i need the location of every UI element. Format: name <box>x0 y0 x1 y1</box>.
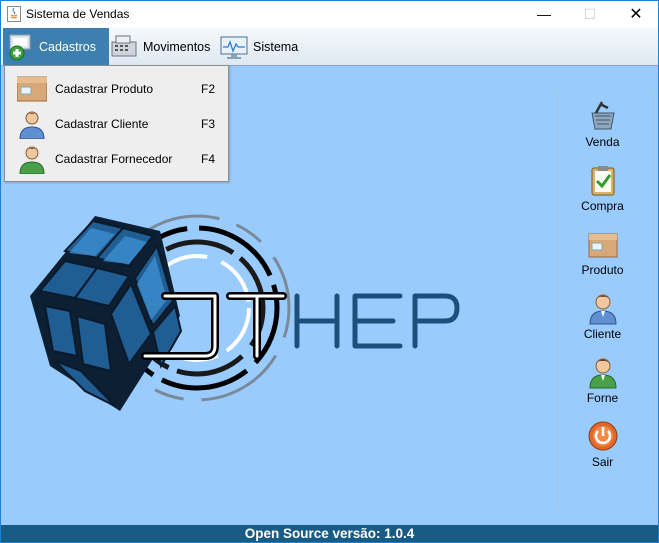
shortcut-panel: Venda Compra Produto Cliente Forne Sair <box>559 91 656 511</box>
power-icon <box>588 421 617 451</box>
sair-label: Sair <box>591 455 614 469</box>
menu-cadastros-label: Cadastros <box>39 39 96 54</box>
menu-item-cadastrar-produto[interactable]: Cadastrar Produto F2 <box>5 71 228 106</box>
jthep-logo <box>30 214 460 411</box>
minimize-button[interactable]: — <box>521 1 567 28</box>
sair-button[interactable]: Sair <box>560 419 645 479</box>
logo-wordmark <box>141 292 460 360</box>
title-bar: Sistema de Vendas — ☐ ✕ <box>1 1 658 28</box>
box-icon <box>17 76 47 102</box>
supplier-icon <box>19 146 45 174</box>
venda-button[interactable]: Venda <box>560 99 645 159</box>
menu-cadastros[interactable]: Cadastros <box>3 28 109 65</box>
close-button[interactable]: ✕ <box>613 1 658 28</box>
cadastrar-fornecedor-label: Cadastrar Fornecedor <box>55 152 173 166</box>
java-icon <box>7 6 21 22</box>
compra-label: Compra <box>581 199 624 213</box>
menu-item-cadastrar-fornecedor[interactable]: Cadastrar Fornecedor F4 <box>5 141 228 176</box>
status-bar: Open Source versão: 1.0.4 <box>1 525 658 542</box>
cliente-label: Cliente <box>583 327 622 341</box>
fornecedor-label: Forne <box>586 391 619 405</box>
main-window: Sistema de Vendas — ☐ ✕ Cadastros Movime… <box>0 0 659 543</box>
produto-button[interactable]: Produto <box>560 227 645 287</box>
venda-label: Venda <box>585 135 620 149</box>
produto-label: Produto <box>581 263 624 277</box>
menu-movimentos[interactable]: Movimentos <box>109 28 210 65</box>
add-icon <box>9 34 31 60</box>
cash-register-icon <box>111 35 137 56</box>
menu-movimentos-label: Movimentos <box>143 39 211 54</box>
window-title: Sistema de Vendas <box>26 7 130 21</box>
clipboard-check-icon <box>591 166 614 196</box>
compra-button[interactable]: Compra <box>560 163 645 223</box>
version-text: Open Source versão: 1.0.4 <box>244 526 415 541</box>
fornecedor-button[interactable]: Forne <box>560 355 645 415</box>
cadastrar-produto-label: Cadastrar Produto <box>55 82 154 96</box>
menu-sistema-label: Sistema <box>253 39 299 54</box>
cadastros-dropdown-menu: Cadastrar Produto F2 Cadastrar Cliente F… <box>4 65 229 182</box>
maximize-button[interactable]: ☐ <box>567 1 613 28</box>
shortcut-f3: F3 <box>201 117 216 131</box>
box-icon <box>588 233 617 258</box>
monitor-icon <box>220 36 248 59</box>
user-icon <box>588 294 617 325</box>
menu-item-cadastrar-cliente[interactable]: Cadastrar Cliente F3 <box>5 106 228 141</box>
basket-icon <box>590 101 615 130</box>
menu-sistema[interactable]: Sistema <box>219 28 298 65</box>
cadastrar-cliente-label: Cadastrar Cliente <box>55 117 149 131</box>
shortcut-f2: F2 <box>201 82 216 96</box>
menu-bar: Cadastros Movimentos Sistema <box>1 28 658 66</box>
supplier-icon <box>588 358 617 389</box>
shortcut-f4: F4 <box>201 152 216 166</box>
cliente-button[interactable]: Cliente <box>560 291 645 351</box>
user-icon <box>19 111 45 139</box>
